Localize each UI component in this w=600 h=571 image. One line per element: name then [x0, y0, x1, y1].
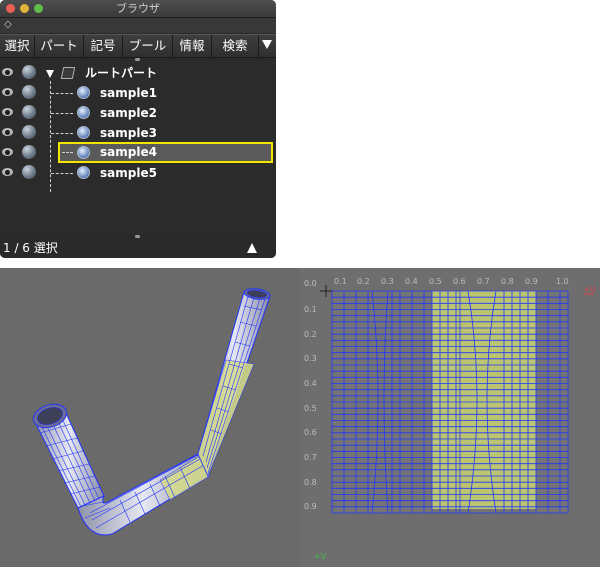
outliner-row-sample4-selected[interactable]: sample4	[58, 142, 273, 163]
expand-triangle-icon[interactable]	[46, 70, 54, 78]
render-sphere-icon[interactable]	[22, 145, 36, 159]
object-globe-icon	[77, 166, 90, 179]
uv-grid	[320, 285, 594, 514]
outliner-row-root[interactable]: ルートパート	[0, 63, 276, 83]
u-tick: 0.7	[477, 277, 490, 286]
tube-right-leg	[197, 288, 271, 478]
object-globe-icon	[77, 126, 90, 139]
u-tick: 0.8	[501, 277, 514, 286]
list-item-label: sample3	[100, 126, 157, 140]
title-bar[interactable]: ブラウザ	[0, 0, 276, 18]
u-tick: 0.1	[334, 277, 347, 286]
uv-editor[interactable]: 0.0 0.1 0.2 0.3 0.4 0.5 0.6 0.7 0.8 0.9 …	[300, 268, 600, 567]
menu-part[interactable]: パート	[35, 35, 84, 57]
status-bar: 1 / 6 選択	[0, 239, 276, 258]
outliner-row-sample5[interactable]: sample5	[0, 163, 276, 183]
list-item-label: sample1	[100, 86, 157, 100]
group-part-icon	[60, 67, 76, 79]
outliner-row-sample1[interactable]: sample1	[0, 83, 276, 103]
3d-viewport[interactable]	[0, 268, 300, 567]
menu-search[interactable]: 検索	[212, 35, 259, 57]
visibility-eye-icon[interactable]	[2, 128, 13, 136]
menu-info[interactable]: 情報	[173, 35, 212, 57]
menu-select[interactable]: 選択	[0, 35, 35, 57]
u-tick: 1.0	[556, 277, 569, 286]
tree-connector	[51, 93, 73, 94]
render-sphere-icon[interactable]	[22, 125, 36, 139]
filter-row: ◇	[0, 18, 276, 33]
outliner-row-sample4-controls	[0, 143, 56, 163]
filter-diamond-icon[interactable]: ◇	[3, 19, 13, 31]
v-tick: 0.5	[304, 404, 317, 413]
visibility-eye-icon[interactable]	[2, 148, 13, 156]
tree-connector	[51, 113, 73, 114]
u-tick: 0.3	[381, 277, 394, 286]
v-axis-label: +V	[314, 552, 327, 561]
visibility-eye-icon[interactable]	[2, 68, 13, 76]
menu-symbol[interactable]: 記号	[84, 35, 123, 57]
u-tick: 0.0	[304, 279, 317, 288]
v-tick: 0.4	[304, 379, 317, 388]
u-tick: 0.9	[525, 277, 538, 286]
menu-boolean[interactable]: ブール	[123, 35, 173, 57]
object-globe-icon	[77, 86, 90, 99]
visibility-eye-icon[interactable]	[2, 108, 13, 116]
u-tick: 0.6	[453, 277, 466, 286]
v-tick: 0.6	[304, 428, 317, 437]
render-sphere-icon[interactable]	[22, 85, 36, 99]
menu-overflow-arrow-icon[interactable]	[262, 40, 272, 49]
u-tick: 0.4	[405, 277, 418, 286]
object-globe-icon	[77, 106, 90, 119]
render-sphere-icon[interactable]	[22, 65, 36, 79]
object-globe-icon	[77, 146, 90, 159]
u-axis-label: +U	[583, 285, 596, 294]
v-tick: 0.8	[304, 478, 317, 487]
tree-connector	[51, 173, 73, 174]
v-tick: 0.1	[304, 305, 317, 314]
tree-connector	[51, 133, 73, 134]
list-item-label: sample4	[100, 145, 157, 159]
v-tick: 0.3	[304, 354, 317, 363]
u-tick: 0.2	[357, 277, 370, 286]
resize-handle-bottom[interactable]	[135, 235, 140, 238]
root-part-label: ルートパート	[85, 66, 158, 80]
tree-connector	[62, 152, 73, 153]
tube-left-leg	[32, 403, 105, 509]
visibility-eye-icon[interactable]	[2, 88, 13, 96]
list-item-label: sample2	[100, 106, 157, 120]
render-sphere-icon[interactable]	[22, 165, 36, 179]
render-sphere-icon[interactable]	[22, 105, 36, 119]
v-tick: 0.9	[304, 502, 317, 511]
visibility-eye-icon[interactable]	[2, 168, 13, 176]
outliner-row-sample3[interactable]: sample3	[0, 123, 276, 143]
selection-count-status: 1 / 6 選択	[3, 241, 58, 255]
outliner-row-sample2[interactable]: sample2	[0, 103, 276, 123]
tree-connector-vertical	[50, 81, 51, 192]
v-tick: 0.2	[304, 330, 317, 339]
menu-bar: 選択 パート 記号 ブール 情報 検索	[0, 34, 276, 58]
browser-window: ブラウザ ◇ 選択 パート 記号 ブール 情報 検索 ルートパート sample…	[0, 0, 276, 258]
v-tick: 0.7	[304, 453, 317, 462]
list-item-label: sample5	[100, 166, 157, 180]
expand-up-arrow-icon[interactable]	[247, 243, 257, 253]
bent-tube-model	[32, 288, 271, 536]
window-title: ブラウザ	[116, 2, 160, 15]
u-tick: 0.5	[429, 277, 442, 286]
